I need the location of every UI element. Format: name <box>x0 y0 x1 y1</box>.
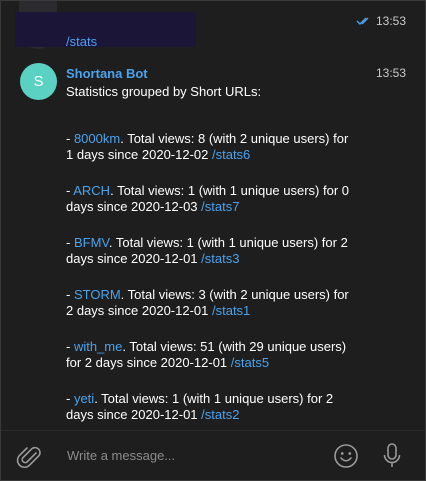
paperclip-icon[interactable] <box>15 442 43 470</box>
message-time: 13:53 <box>375 14 406 28</box>
smiley-icon[interactable] <box>333 443 359 469</box>
stats-command-link[interactable]: /stats <box>66 34 97 49</box>
message-meta: 13:53 <box>356 14 406 28</box>
short-url-link[interactable]: with_me <box>74 339 122 354</box>
stats-command-link[interactable]: /stats7 <box>201 199 239 214</box>
stats-entry: - yeti. Total views: 1 (with 1 unique us… <box>66 391 356 423</box>
entry-prefix: - <box>66 339 74 354</box>
entry-prefix: - <box>66 287 74 302</box>
short-url-link[interactable]: 8000km <box>74 131 120 146</box>
message-heading: Statistics grouped by Short URLs: <box>66 84 262 99</box>
message-input[interactable] <box>67 448 307 463</box>
stats-list: - 8000km. Total views: 8 (with 2 unique … <box>66 131 356 443</box>
avatar-letter: S <box>33 73 44 90</box>
stats-command-link[interactable]: /stats3 <box>201 251 239 266</box>
message-time: 13:53 <box>375 66 406 80</box>
entry-text: . Total views: 1 (with 1 unique users) f… <box>66 391 334 422</box>
previous-message: /stats 13:53 <box>1 1 425 53</box>
chat-window: /stats 13:53 S Shortana Bot 13:53 Statis… <box>0 0 426 481</box>
stats-entry: - with_me. Total views: 51 (with 29 uniq… <box>66 339 356 371</box>
microphone-icon[interactable] <box>381 442 403 470</box>
stats-entry: - BFMV. Total views: 1 (with 1 unique us… <box>66 235 356 267</box>
entry-prefix: - <box>66 131 74 146</box>
short-url-link[interactable]: BFMV <box>74 235 109 250</box>
stats-entry: - STORM. Total views: 3 (with 2 unique u… <box>66 287 356 319</box>
bot-avatar[interactable]: S <box>20 63 57 100</box>
stats-command-link[interactable]: /stats2 <box>201 407 239 422</box>
double-check-icon <box>356 16 372 26</box>
stats-entry: - 8000km. Total views: 8 (with 2 unique … <box>66 131 356 163</box>
message-composer <box>1 430 425 480</box>
stats-command-link[interactable]: /stats5 <box>231 355 269 370</box>
short-url-link[interactable]: STORM <box>74 287 121 302</box>
sender-name[interactable]: Shortana Bot <box>66 66 148 81</box>
entry-prefix: - <box>66 391 74 406</box>
stats-entry: - ARCH. Total views: 1 (with 1 unique us… <box>66 183 356 215</box>
stats-command-link[interactable]: /stats6 <box>212 147 250 162</box>
stats-command-link[interactable]: /stats1 <box>212 303 250 318</box>
entry-prefix: - <box>66 235 74 250</box>
short-url-link[interactable]: yeti <box>74 391 94 406</box>
short-url-link[interactable]: ARCH <box>73 183 110 198</box>
redacted-text <box>15 12 196 47</box>
